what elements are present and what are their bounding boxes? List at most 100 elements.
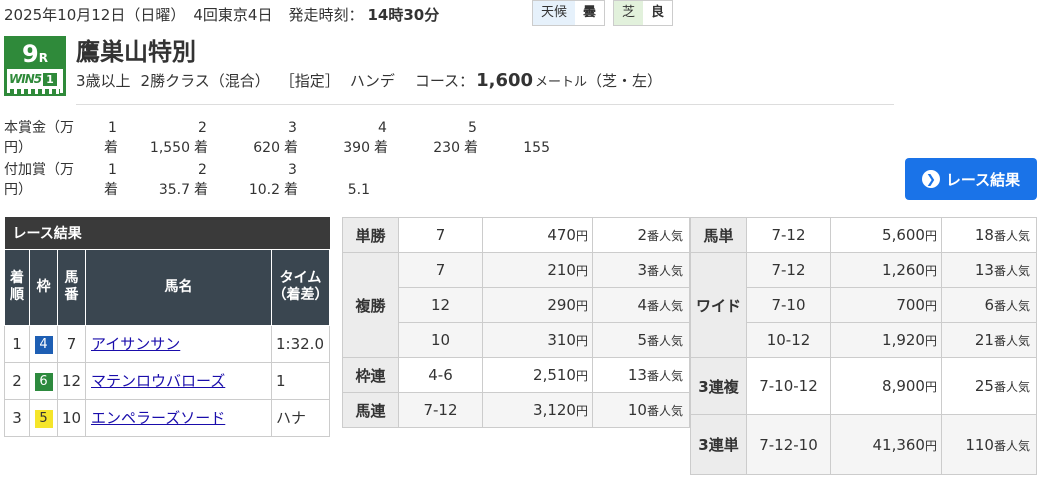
popularity-suffix: 番人気 [993,334,1030,348]
horse-name-link[interactable]: エンペラーズソード [86,409,225,427]
win5-leg: 1 [43,72,57,86]
yen-unit: 円 [924,438,937,453]
table-row: 2 6 12 マテンロウバローズ 1 [4,361,330,400]
bet-type-label: 3連単 [690,414,747,475]
yen-unit: 円 [575,334,588,348]
payout-row: ワイド 7-12 1,260円 13番人気 [690,252,1037,358]
payout-popularity: 10番人気 [592,392,690,428]
race-designation: ［指定］ [279,72,340,90]
main-prize-amount: 155 [523,140,550,156]
popularity-suffix: 番人気 [646,369,683,383]
yen-unit: 円 [575,229,588,243]
horse-name-link[interactable]: アイサンサン [86,335,180,353]
race-weight-rule: ハンデ [349,72,395,90]
payout-combination: 12 [398,287,483,323]
distance-unit: メートル [535,75,588,90]
payout-amount: 2,510円 [482,357,593,393]
payout-table-right: 馬単 7-12 5,600円 18番人気 ワイド 7-12 1,260円 13番人気 7-10 7… [690,217,1037,475]
race-info-line: 2025年10月12日（日曜） 4回東京4日 発走時刻： 14時30分 [4,2,439,26]
waku-badge: 4 [34,335,53,354]
bet-type-label: 馬単 [690,217,747,253]
finish-time: 1 [271,361,330,400]
meeting-info: 4回東京4日 [193,5,273,24]
bet-type-label: 単勝 [342,217,399,253]
header-time: タイム（着差） [271,248,330,326]
popularity-suffix: 番人気 [646,229,683,243]
bet-type-label: 3連複 [690,357,747,415]
yen-unit: 円 [575,369,588,383]
payout-popularity: 3番人気 [592,252,690,288]
popularity-suffix: 番人気 [646,404,683,418]
popularity-suffix: 番人気 [993,438,1030,453]
win5-logo: WIN5 [9,72,42,86]
extra-prize: 付加賞（万円） 1 着 35.7 2 着 10.2 3 着 5.1 [4,160,564,200]
bet-type-label: 複勝 [342,252,399,358]
bet-type-label: 枠連 [342,357,399,393]
payout-combination: 10 [398,322,483,358]
horse-name-cell: マテンロウバローズ [85,361,272,400]
main-prize-place-suffix: 着 [464,140,478,156]
payout-amount: 310円 [482,322,593,358]
race-number-badge: 9R WIN5 1 [4,36,66,96]
payout-amount: 290円 [482,287,593,323]
payout-row: 3連単 7-12-10 41,360円 110番人気 [690,414,1037,475]
turf-value: 良 [643,1,673,25]
payout-popularity: 2番人気 [592,217,690,253]
payout-row: 枠連 4-6 2,510円 13番人気 [342,357,690,393]
payout-amount: 1,260円 [830,252,942,288]
extra-prize-place-suffix: 着 [284,182,298,198]
course-label: コース： [414,72,475,90]
popularity-suffix: 番人気 [646,299,683,313]
extra-prize-amount: 5.1 [347,182,370,198]
payout-combination: 7-10 [746,287,831,323]
finish-time: 1:32.0 [271,324,330,363]
waku-badge: 6 [34,372,53,391]
payout-combination: 7 [398,252,483,288]
yen-unit: 円 [575,404,588,418]
horse-name-link[interactable]: マテンロウバローズ [86,372,225,390]
payout-amount: 3,120円 [482,392,593,428]
waku-cell: 4 [29,324,58,363]
waku-cell: 6 [29,361,58,400]
finish-time: ハナ [271,398,330,437]
payout-combination: 7-12 [746,252,831,288]
payout-popularity: 110番人気 [941,414,1037,475]
header-horse-name: 馬名 [85,248,272,326]
payout-row: 馬単 7-12 5,600円 18番人気 [690,217,1037,253]
bet-type-label: ワイド [690,252,747,358]
start-time-label: 発走時刻： [288,5,364,24]
turf-condition-badge: 芝 良 [613,0,674,26]
payout-combination: 4-6 [398,357,483,393]
race-distance: 1,600 [476,70,534,91]
bet-type-label: 馬連 [342,392,399,428]
race-age: 3歳以上 [76,72,131,90]
race-result-button-label: レース結果 [945,170,1021,189]
table-row: 1 4 7 アイサンサン 1:32.0 [4,324,330,363]
payout-combination: 7-12-10 [746,414,831,475]
horse-name-cell: アイサンサン [85,324,272,363]
payout-row: 馬連 7-12 3,120円 10番人気 [342,392,690,428]
yen-unit: 円 [924,334,937,348]
payout-combination: 7-12 [746,217,831,253]
main-prize: 本賞金（万円） 1 着 1,550 2 着 620 3 着 390 4 着 230 5 着 155 [4,118,564,158]
header-place: 着順 [4,248,30,326]
race-date: 2025年10月12日（日曜） [4,5,186,24]
finish-place: 1 [4,324,30,363]
horse-number: 7 [57,324,86,363]
start-time: 14時30分 [367,5,440,24]
payout-amount: 210円 [482,252,593,288]
race-result-button[interactable]: ❯ レース結果 [905,158,1037,200]
payout-amount: 470円 [482,217,593,253]
yen-unit: 円 [924,380,937,394]
waku-cell: 5 [29,398,58,437]
payout-table-left: 単勝 7 470円 2番人気 複勝 7 210円 3番人気 12 290円 4番人気 10 310円 5番… [342,217,690,428]
popularity-suffix: 番人気 [993,264,1030,278]
race-name: 鷹巣山特別 [76,38,196,66]
header-waku: 枠 [29,248,58,326]
horse-number: 12 [57,361,86,400]
payout-popularity: 21番人気 [941,322,1037,358]
payout-popularity: 18番人気 [941,217,1037,253]
payout-amount: 5,600円 [830,217,942,253]
popularity-suffix: 番人気 [646,334,683,348]
main-prize-place-number: 5 [468,120,477,136]
